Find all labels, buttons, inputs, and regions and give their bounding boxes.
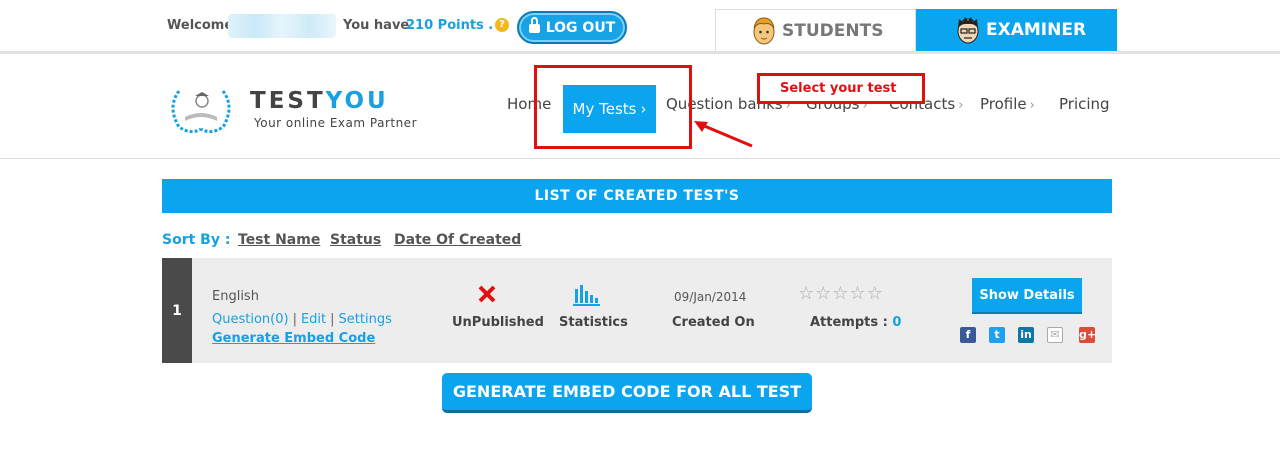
x-mark-icon xyxy=(478,285,496,303)
star-icon: ☆ xyxy=(798,283,816,304)
attempts-value: 0 xyxy=(892,315,902,330)
help-icon[interactable]: ? xyxy=(495,18,509,32)
attempts-label: Attempts : xyxy=(810,315,888,330)
star-icon: ☆ xyxy=(866,283,884,304)
you-have-label: You have xyxy=(343,18,410,33)
testyou-logo-emblem xyxy=(171,90,231,134)
sort-date-created[interactable]: Date Of Created xyxy=(394,232,521,248)
email-icon[interactable]: ✉ xyxy=(1047,327,1063,343)
nav-profile-label: Profile xyxy=(980,95,1027,113)
test-actions: Question(0) | Edit | Settings xyxy=(212,312,392,327)
sort-by-label: Sort By : xyxy=(162,232,231,248)
logo-wordmark: TESTYOU xyxy=(250,88,389,114)
star-icon: ☆ xyxy=(832,283,850,304)
separator: | xyxy=(292,312,297,327)
chevron-right-icon: › xyxy=(1029,98,1035,113)
blurred-username xyxy=(228,14,336,38)
examiner-avatar-icon xyxy=(957,17,979,44)
lock-icon xyxy=(528,16,540,34)
created-on-label: Created On xyxy=(672,315,755,330)
attempts: Attempts : 0 xyxy=(810,315,901,330)
twitter-icon[interactable]: t xyxy=(989,327,1005,343)
star-icon: ☆ xyxy=(815,283,833,304)
highlight-box xyxy=(534,65,692,149)
generate-embed-link[interactable]: Generate Embed Code xyxy=(212,331,375,346)
linkedin-icon[interactable]: in xyxy=(1018,327,1034,343)
edit-link[interactable]: Edit xyxy=(301,312,326,327)
nav-profile[interactable]: Profile › xyxy=(980,95,1035,113)
test-name: English xyxy=(212,289,259,304)
welcome-label: Welcome xyxy=(167,18,234,33)
sort-status[interactable]: Status xyxy=(330,232,381,248)
generate-embed-all-button[interactable]: GENERATE EMBED CODE FOR ALL TEST xyxy=(442,373,812,413)
show-details-button[interactable]: Show Details xyxy=(972,278,1082,314)
google-plus-icon[interactable]: g+ xyxy=(1079,327,1096,343)
star-rating[interactable]: ☆☆☆☆☆ xyxy=(798,283,884,304)
logo-you: YOU xyxy=(325,88,389,114)
row-number: 1 xyxy=(162,258,192,363)
question-link[interactable]: Question(0) xyxy=(212,312,289,327)
chevron-right-icon: › xyxy=(958,98,964,113)
status-label: UnPublished xyxy=(452,315,544,330)
logout-label: LOG OUT xyxy=(545,19,616,36)
bar-chart-icon[interactable] xyxy=(573,283,601,307)
logout-button[interactable]: LOG OUT xyxy=(517,11,627,44)
callout-select-test: Select your test xyxy=(757,73,925,104)
star-icon: ☆ xyxy=(849,283,867,304)
logo-tagline: Your online Exam Partner xyxy=(254,116,418,130)
separator: | xyxy=(330,312,335,327)
tab-students[interactable]: STUDENTS xyxy=(715,9,916,51)
tab-examiner[interactable]: EXAMINER xyxy=(916,9,1117,51)
list-title-bar: LIST OF CREATED TEST'S xyxy=(162,179,1112,213)
statistics-label[interactable]: Statistics xyxy=(559,315,628,330)
logo-test: TEST xyxy=(250,88,326,114)
tab-students-label: STUDENTS xyxy=(782,20,884,41)
sort-test-name[interactable]: Test Name xyxy=(238,232,320,248)
created-date: 09/Jan/2014 xyxy=(674,290,747,304)
student-avatar-icon xyxy=(753,16,775,44)
table-row: 1 English Question(0) | Edit | Settings Gene… xyxy=(162,258,1112,363)
settings-link[interactable]: Settings xyxy=(339,312,392,327)
nav-pricing[interactable]: Pricing xyxy=(1059,95,1110,113)
arrow-icon xyxy=(694,121,753,148)
points-count: 210 Points . xyxy=(406,18,494,33)
facebook-icon[interactable]: f xyxy=(960,327,976,343)
top-bar: Welcome You have 210 Points . ? LOG OUT … xyxy=(0,0,1280,54)
tab-examiner-label: EXAMINER xyxy=(986,20,1087,40)
